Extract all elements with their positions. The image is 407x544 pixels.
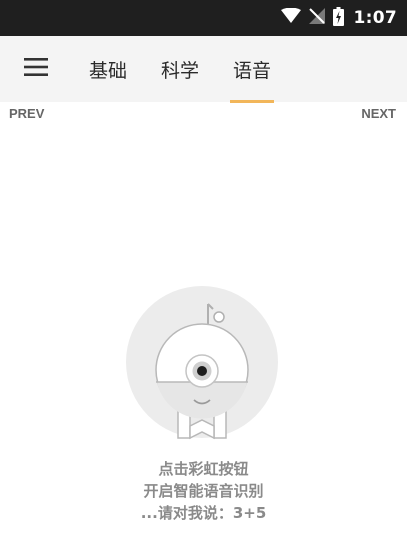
next-button[interactable]: NEXT bbox=[361, 106, 396, 121]
menu-button[interactable] bbox=[18, 52, 54, 86]
prompt-line: 开启智能语音识别 bbox=[143, 482, 264, 500]
prompt-line: ...请对我说：3+5 bbox=[140, 504, 267, 522]
prev-button[interactable]: PREV bbox=[9, 106, 44, 121]
status-bar: 1:07 bbox=[0, 0, 407, 36]
toolbar: 基础 科学 语音 bbox=[0, 36, 407, 102]
no-signal-icon bbox=[308, 8, 325, 28]
prompt-line: 点击彩虹按钮 bbox=[158, 460, 249, 478]
tab-voice[interactable]: 语音 bbox=[224, 36, 280, 102]
voice-prompt: 点击彩虹按钮 开启智能语音识别 ...请对我说：3+5 bbox=[0, 458, 407, 524]
robot-mascot-icon bbox=[120, 282, 284, 446]
status-time: 1:07 bbox=[353, 8, 397, 28]
hamburger-menu-icon bbox=[24, 58, 48, 80]
tab-science[interactable]: 科学 bbox=[152, 36, 208, 102]
tab-basics[interactable]: 基础 bbox=[80, 36, 136, 102]
active-tab-indicator bbox=[230, 100, 274, 103]
status-icons: 1:07 bbox=[280, 0, 397, 36]
battery-charging-icon bbox=[332, 6, 344, 30]
wifi-icon bbox=[280, 7, 301, 28]
